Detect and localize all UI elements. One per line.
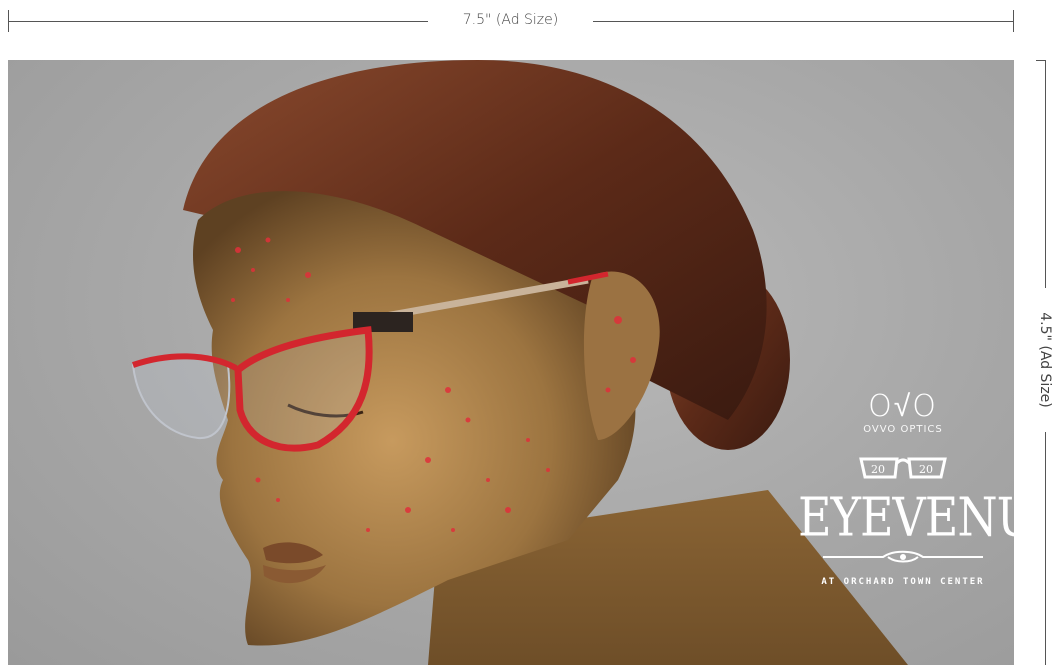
ovvo-logo: O√O	[868, 389, 938, 424]
glasses-logo-icon: 20 20	[859, 457, 947, 479]
svg-text:20: 20	[919, 463, 933, 476]
ad-artwork: O√O OVVO OPTICS 20 20 EYEVENUE AT ORCHAR…	[8, 60, 1014, 665]
svg-text:20: 20	[871, 463, 885, 476]
eye-swoosh-icon	[823, 550, 983, 563]
ovvo-name: OVVO OPTICS	[863, 424, 943, 435]
dimension-line	[1045, 60, 1046, 288]
dimension-tick	[1013, 10, 1014, 32]
width-label: 7.5" (Ad Size)	[462, 12, 559, 28]
tagline: AT ORCHARD TOWN CENTER	[821, 577, 985, 587]
height-label: 4.5" (Ad Size)	[1037, 312, 1053, 408]
brand-block: O√O OVVO OPTICS 20 20 EYEVENUE AT ORCHAR…	[798, 389, 1014, 588]
height-dimension: 4.5" (Ad Size)	[1030, 60, 1057, 665]
width-dimension: 7.5" (Ad Size)	[8, 8, 1014, 36]
dimension-line	[1045, 432, 1046, 665]
eyevenue-logo: EYEVENUE	[798, 485, 1014, 549]
dimension-line	[8, 21, 428, 22]
dimension-line	[593, 21, 1014, 22]
